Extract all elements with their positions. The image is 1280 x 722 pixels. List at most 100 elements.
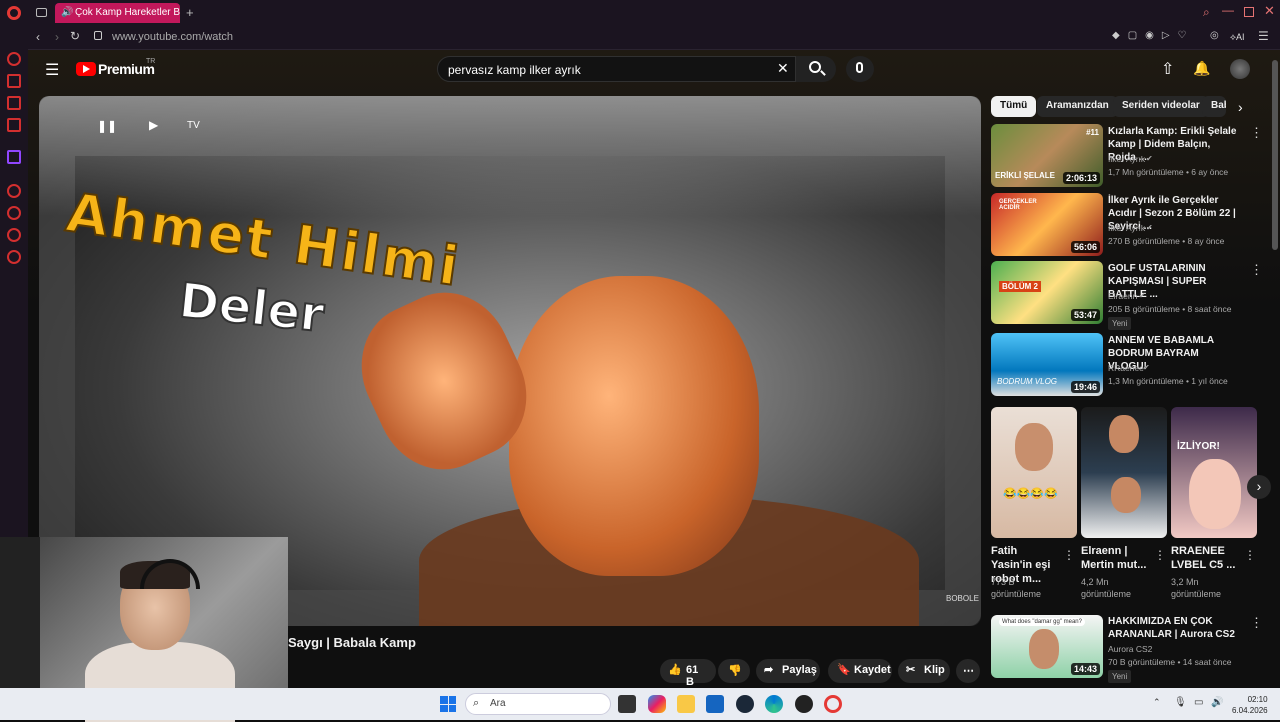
search-button[interactable] (796, 56, 836, 82)
recommendation-thumbnail[interactable]: BODRUM VLOG 19:46 (991, 333, 1103, 396)
url-field[interactable]: www.youtube.com/watch (112, 31, 233, 43)
sidebar-player-icon[interactable] (7, 184, 21, 198)
pause-icon[interactable]: ❚❚ (97, 119, 117, 133)
scrollbar[interactable] (1272, 60, 1278, 250)
chip-from-search[interactable]: Aramanızdan (1037, 96, 1118, 117)
short-thumbnail[interactable]: İZLİYOR! (1171, 407, 1257, 538)
chevron-right-icon[interactable]: › (1238, 99, 1243, 115)
emoji-row: 😂😂😂😂 (1003, 488, 1058, 500)
clear-search-icon[interactable]: ✕ (777, 60, 789, 77)
sidebar-pin-icon[interactable] (7, 228, 21, 242)
short-thumbnail[interactable]: 😂😂😂😂 (991, 407, 1077, 538)
recommendation-channel[interactable]: İlker Ayrık (1108, 154, 1145, 164)
windows-start-icon[interactable] (440, 696, 456, 712)
opera-logo-icon[interactable] (7, 6, 21, 20)
save-button[interactable]: 🔖 Kaydet (828, 659, 892, 683)
more-options-icon[interactable]: ⋮ (1244, 548, 1256, 562)
duration-badge: 2:06:13 (1062, 172, 1100, 184)
opera-taskbar-icon[interactable] (824, 695, 842, 713)
close-window-button[interactable]: ✕ (1264, 3, 1275, 19)
search-input[interactable]: pervasız kamp ilker ayrık (437, 56, 796, 82)
short-title[interactable]: RRAENEE LVBEL C5 ... (1171, 544, 1241, 572)
more-actions-button[interactable]: ⋯ (956, 659, 980, 683)
recommendation-thumbnail[interactable]: GERÇEKLER ACIDIR 56:06 (991, 193, 1103, 256)
aria-ai-button[interactable]: ⟡AI (1230, 32, 1244, 43)
dislike-button[interactable]: 👎 (718, 659, 750, 683)
recommendation-title[interactable]: HAKKIMIZDA EN ÇOK ARANANLAR | Aurora CS2 (1108, 615, 1240, 641)
recommendation-thumbnail[interactable]: What does "damar gg" mean? 14:43 (991, 615, 1103, 678)
recommendation-channel[interactable]: Aurora CS2 (1108, 644, 1152, 654)
sidebar-messenger-icon[interactable] (7, 96, 21, 110)
bookmark-icon: 🔖 (837, 664, 851, 676)
volume-icon[interactable]: 🔊 (1211, 697, 1223, 708)
upload-icon[interactable]: ⇧ (1161, 59, 1174, 79)
edge-icon[interactable] (765, 695, 783, 713)
more-options-icon[interactable]: ⋮ (1250, 615, 1263, 631)
like-button[interactable]: 👍 61 B (660, 659, 716, 688)
search-tabs-icon[interactable]: ⌕ (1203, 5, 1210, 20)
recommendation-channel[interactable]: RRaenee (1108, 363, 1144, 373)
short-title[interactable]: Elraenn | Mertin mut... (1081, 544, 1151, 572)
play-icon[interactable]: ▶ (149, 118, 158, 132)
tab-title: Çok Kamp Hareketler B (75, 7, 180, 18)
verified-icon: ✔ (1146, 223, 1153, 232)
app-icon[interactable] (795, 695, 813, 713)
date: 6.04.2026 (1232, 706, 1268, 715)
address-bar-extension-icons[interactable]: ◆▢◉▷♡ (1112, 30, 1195, 41)
sidebar-history-icon[interactable] (7, 206, 21, 220)
youtube-logo-icon[interactable] (76, 62, 96, 76)
mic-tray-icon[interactable]: 🎙 (1174, 697, 1187, 708)
tv-cast-button[interactable]: TV (187, 120, 200, 131)
taskbar-search[interactable]: Ara (465, 693, 611, 715)
back-icon[interactable]: ‹ (36, 30, 40, 44)
share-label: Paylaş (782, 664, 817, 676)
chip-partial[interactable]: Bab (1202, 96, 1226, 117)
more-options-icon[interactable]: ⋮ (1250, 125, 1263, 141)
task-view-icon[interactable] (618, 695, 636, 713)
sidebar-twitch-icon[interactable] (7, 150, 21, 164)
store-icon[interactable] (706, 695, 724, 713)
tab-overview-icon[interactable] (36, 8, 47, 17)
taskbar-clock[interactable]: 02:10 6.04.2026 (1232, 694, 1268, 716)
reload-icon[interactable]: ↻ (70, 29, 80, 43)
copilot-icon[interactable] (648, 695, 666, 713)
lock-icon[interactable] (94, 31, 102, 40)
short-thumbnail[interactable] (1081, 407, 1167, 538)
chip-all[interactable]: Tümü (991, 96, 1037, 117)
sidebar-settings-icon[interactable] (7, 250, 21, 264)
recommendation-channel[interactable]: İlker Ayrık (1108, 223, 1145, 233)
more-options-icon[interactable]: ⋮ (1250, 262, 1263, 278)
easy-setup-icon[interactable]: ☰ (1258, 29, 1269, 43)
forward-icon[interactable]: › (55, 30, 59, 44)
steam-icon[interactable] (736, 695, 754, 713)
menu-icon[interactable]: ☰ (45, 60, 59, 80)
account-icon[interactable]: ◎ (1210, 30, 1219, 41)
tab-active[interactable]: 🔊 Çok Kamp Hareketler B (55, 3, 180, 23)
sidebar-ai-icon[interactable] (7, 74, 21, 88)
tray-chevron-icon[interactable]: ⌃ (1153, 697, 1161, 708)
voice-search-button[interactable] (846, 56, 874, 82)
network-icon[interactable]: ▭ (1194, 697, 1203, 708)
avatar[interactable] (1230, 59, 1250, 79)
more-options-icon[interactable]: ⋮ (1063, 548, 1075, 562)
minimize-button[interactable]: — (1222, 3, 1234, 17)
share-button[interactable]: ➦ Paylaş (756, 659, 820, 683)
shorts-next-button[interactable]: › (1247, 475, 1271, 499)
recommendation-meta: 205 B görüntüleme • 8 saat önce (1108, 304, 1232, 314)
recommendation-channel[interactable]: Elraenn (1108, 291, 1137, 301)
new-tab-button[interactable]: + (186, 5, 194, 20)
notifications-icon[interactable]: 🔔 (1193, 60, 1210, 77)
sidebar-speed-dial-icon[interactable] (7, 52, 21, 66)
sidebar-mail-icon[interactable] (7, 118, 21, 132)
clip-button[interactable]: ✂ Klip (898, 659, 950, 683)
duration-badge: 14:43 (1070, 663, 1100, 675)
more-options-icon[interactable]: ⋮ (1154, 548, 1166, 562)
maximize-button[interactable] (1244, 7, 1254, 17)
windows-taskbar (0, 688, 1280, 720)
chip-series[interactable]: Seriden videolar (1113, 96, 1209, 117)
recommendation-thumbnail[interactable]: BÖLÜM 2 53:47 (991, 261, 1103, 324)
new-badge: Yeni (1108, 670, 1132, 683)
recommendation-thumbnail[interactable]: ERİKLİ ŞELALE #11 2:06:13 (991, 124, 1103, 187)
time: 02:10 (1247, 695, 1268, 704)
file-explorer-icon[interactable] (677, 695, 695, 713)
